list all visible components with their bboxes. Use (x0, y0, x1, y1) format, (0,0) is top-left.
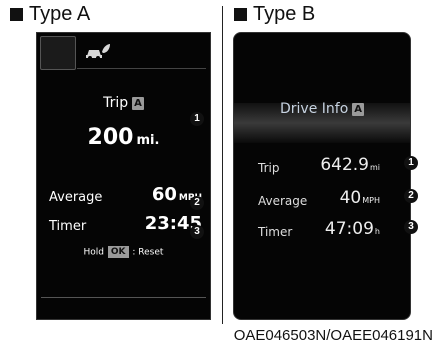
type-a-display: TripA 200mi. Average 60MPH Timer 23:45 H… (36, 32, 211, 320)
callout-3-a: 3 (190, 225, 204, 239)
drive-info-title: Drive Info A (234, 101, 410, 117)
vertical-divider (222, 6, 223, 324)
timer-time: 47:09 (324, 219, 374, 239)
menu-tab-box (40, 36, 76, 70)
eco-car-icon (86, 44, 110, 60)
square-bullet-icon (10, 8, 23, 21)
callout-1-a: 1 (190, 112, 204, 126)
trip-label-text: Trip (103, 95, 129, 111)
trip-unit: mi. (136, 133, 160, 148)
callout-2-b: 2 (404, 189, 418, 203)
timer-value: 47:09h (325, 219, 380, 239)
trip-distance: 200 (87, 125, 134, 150)
callout-1-b: 1 (404, 156, 418, 170)
drive-info-title-text: Drive Info (279, 101, 349, 117)
type-b-display: Drive Info A Trip 642.9mi Average 40MPH T… (233, 32, 411, 320)
type-b-heading: Type B (234, 3, 315, 26)
trip-value: 200 mi. (37, 125, 210, 150)
trip-label: Trip A (37, 95, 210, 111)
type-b-heading-text: Type B (253, 3, 316, 25)
trip-unit: mi (369, 163, 380, 172)
timer-label: Timer (49, 219, 87, 234)
trip-distance: 642.9 (320, 155, 369, 175)
ok-key: OK (107, 246, 129, 258)
average-unit: MPH (362, 196, 380, 205)
bottom-separator (41, 297, 206, 298)
callout-2-a: 2 (190, 196, 204, 210)
top-separator (77, 68, 206, 69)
hold-reset-hint: Hold OK : Reset (37, 246, 210, 258)
trip-label: Trip (258, 161, 280, 175)
callout-3-b: 3 (404, 220, 418, 234)
hold-prefix: Hold (83, 247, 105, 258)
drive-info-badge: A (352, 102, 365, 116)
type-a-heading-text: Type A (29, 3, 91, 25)
trip-mode-badge: A (132, 96, 144, 110)
average-speed: 40 (339, 188, 362, 208)
average-speed: 60 (151, 184, 177, 205)
type-a-heading: Type A (10, 3, 90, 26)
square-bullet-icon (234, 8, 247, 21)
timer-label: Timer (258, 225, 293, 239)
figure-code: OAE046503N/OAEE046191N (233, 327, 433, 344)
hold-suffix: : Reset (132, 247, 164, 258)
average-value: 40MPH (340, 188, 380, 208)
average-label: Average (49, 190, 103, 205)
trip-value: 642.9mi (320, 155, 380, 175)
average-label: Average (258, 194, 308, 208)
timer-unit: h (374, 227, 380, 236)
